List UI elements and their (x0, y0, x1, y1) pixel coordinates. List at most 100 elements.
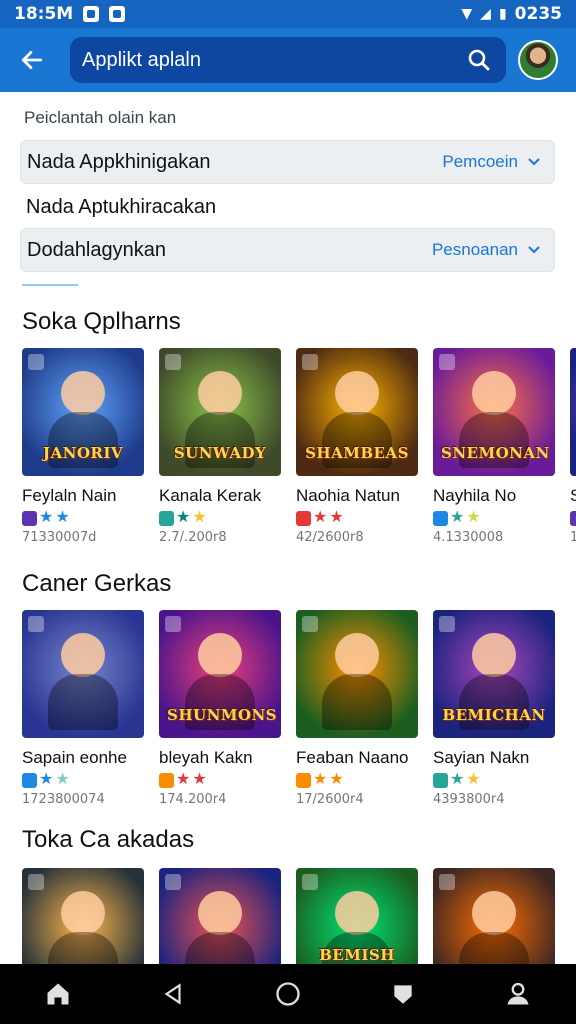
star-icon: ★ (450, 771, 465, 788)
character-figure (335, 633, 379, 678)
search-input[interactable] (82, 48, 464, 72)
character-figure (198, 633, 242, 678)
section-title: Soka Qplharns (22, 308, 181, 335)
filter-row-2[interactable]: Nada Aptukhiracakan (26, 196, 216, 219)
filter-value: Pesnoanan (431, 240, 518, 259)
message-icon (109, 6, 126, 22)
app-size: 19 (570, 530, 576, 545)
app-name: Nayhila No (433, 486, 517, 505)
section-title: Caner Gerkas (22, 570, 172, 597)
app-rating: ★ ★ (433, 772, 555, 788)
nav-home-button[interactable] (34, 970, 82, 1018)
app-card[interactable]: BEMICHAN Sayian Nakn ★ ★ 4393800r4 (433, 610, 555, 807)
app-card[interactable]: JIKNVAIN (159, 868, 281, 964)
app-badge-icon (28, 354, 44, 370)
app-card[interactable]: SHAMBEAS Naohia Natun ★ ★ 42/2600r8 (296, 348, 418, 545)
app-card[interactable]: Sa 19 (570, 348, 576, 545)
app-rating: ★ ★ (159, 510, 281, 526)
app-badge-icon (439, 616, 455, 632)
star-icon: ★ (55, 771, 70, 788)
filter-title: Peiclantah olain kan (24, 108, 177, 127)
game-logo-text: JANORIV (42, 444, 124, 462)
star-icon: ★ (192, 509, 207, 526)
app-thumbnail[interactable] (22, 868, 144, 964)
app-card[interactable]: SATSUNS (433, 868, 555, 964)
app-rating: ★ ★ (22, 772, 144, 788)
star-icon: ★ (329, 509, 344, 526)
star-icon: ★ (466, 509, 481, 526)
app-thumbnail[interactable]: SUNWADY (159, 348, 281, 476)
game-logo-text: SHAMBEAS (305, 444, 409, 462)
app-name: Feylaln Nain (22, 486, 117, 505)
game-logo-text: SNEMONAN (441, 444, 550, 462)
app-card[interactable] (22, 868, 144, 964)
category-chip-icon (22, 772, 37, 788)
app-card[interactable]: SUNWADY Kanala Kerak ★ ★ 2.7/.200r8 (159, 348, 281, 545)
app-thumbnail[interactable]: BEMISH QIN (296, 868, 418, 964)
star-icon: ★ (329, 771, 344, 788)
app-size: 42/2600r8 (296, 530, 364, 545)
app-thumbnail[interactable]: SHUNMONS (159, 610, 281, 738)
game-logo-text: SUNWADY (173, 444, 267, 462)
nav-profile-button[interactable] (494, 970, 542, 1018)
app-rating: ★ ★ (296, 772, 418, 788)
wifi-icon: ▼ (461, 6, 473, 22)
category-chip-icon (570, 510, 576, 526)
notification-icon (83, 6, 100, 22)
character-body (322, 674, 392, 730)
chevron-down-icon (528, 158, 540, 166)
category-chip-icon (159, 772, 174, 788)
circle-home-icon (276, 982, 300, 1006)
app-badge-icon (28, 616, 44, 632)
app-card[interactable]: SNEMONAN Nayhila No ★ ★ 4.1330008 (433, 348, 555, 545)
star-icon: ★ (176, 509, 191, 526)
app-thumbnail[interactable]: JANORIV (22, 348, 144, 476)
app-thumbnail[interactable] (22, 610, 144, 738)
filter-row-3[interactable]: Dodahlagynkan Pesnoanan (20, 228, 555, 272)
character-figure (335, 371, 379, 416)
back-arrow-icon (21, 51, 43, 69)
app-size: 71330007d (22, 530, 97, 545)
app-thumbnail[interactable]: SATSUNS (433, 868, 555, 964)
game-logo-text: BEMISH QIN (319, 946, 395, 964)
search-bar[interactable] (70, 37, 506, 83)
nav-overview-button[interactable] (264, 970, 312, 1018)
app-card[interactable]: JANORIV Feylaln Nain ★ ★ 71330007d (22, 348, 144, 545)
app-name: Naohia Natun (296, 486, 400, 505)
nav-back-button[interactable] (149, 970, 197, 1018)
app-card[interactable]: Feaban Naano ★ ★ 17/2600r4 (296, 610, 418, 807)
app-card-row: Sapain eonhe ★ ★ 1723800074 SHUNMONS bleyah K… (22, 610, 570, 807)
app-name: Sa (570, 486, 576, 505)
app-thumbnail[interactable]: BEMICHAN (433, 610, 555, 738)
back-button[interactable] (12, 40, 52, 80)
star-icon: ★ (466, 771, 481, 788)
app-thumbnail[interactable]: SNEMONAN (433, 348, 555, 476)
app-thumbnail[interactable] (296, 610, 418, 738)
app-card[interactable]: BEMISH QIN (296, 868, 418, 964)
app-thumbnail[interactable] (570, 348, 576, 476)
star-icon: ★ (313, 509, 328, 526)
app-card[interactable]: SHUNMONS bleyah Kakn ★ ★ 174.200r4 (159, 610, 281, 807)
app-thumbnail[interactable]: SHAMBEAS (296, 348, 418, 476)
character-figure (472, 891, 516, 936)
status-clock: 0235 (514, 4, 562, 24)
avatar[interactable] (518, 40, 558, 80)
game-logo-text: SHUNMONS (167, 706, 278, 724)
search-icon (468, 49, 490, 71)
back-triangle-icon (164, 983, 181, 1005)
app-badge-icon (302, 354, 318, 370)
character-figure (472, 371, 516, 416)
app-name: bleyah Kakn (159, 748, 253, 767)
character-figure (61, 891, 105, 936)
filter-row-1[interactable]: Nada Appkhinigakan Pemcoein (20, 140, 555, 184)
app-size: 1723800074 (22, 792, 105, 807)
app-size: 2.7/.200r8 (159, 530, 227, 545)
app-thumbnail[interactable]: JIKNVAIN (159, 868, 281, 964)
app-card[interactable]: Sapain eonhe ★ ★ 1723800074 (22, 610, 144, 807)
app-rating (570, 510, 576, 526)
nav-shield-button[interactable] (379, 970, 427, 1018)
section-title: Toka Ca akadas (22, 826, 195, 853)
search-button[interactable] (464, 45, 494, 75)
app-bar (0, 28, 576, 92)
status-time: 18:5M (14, 4, 74, 24)
